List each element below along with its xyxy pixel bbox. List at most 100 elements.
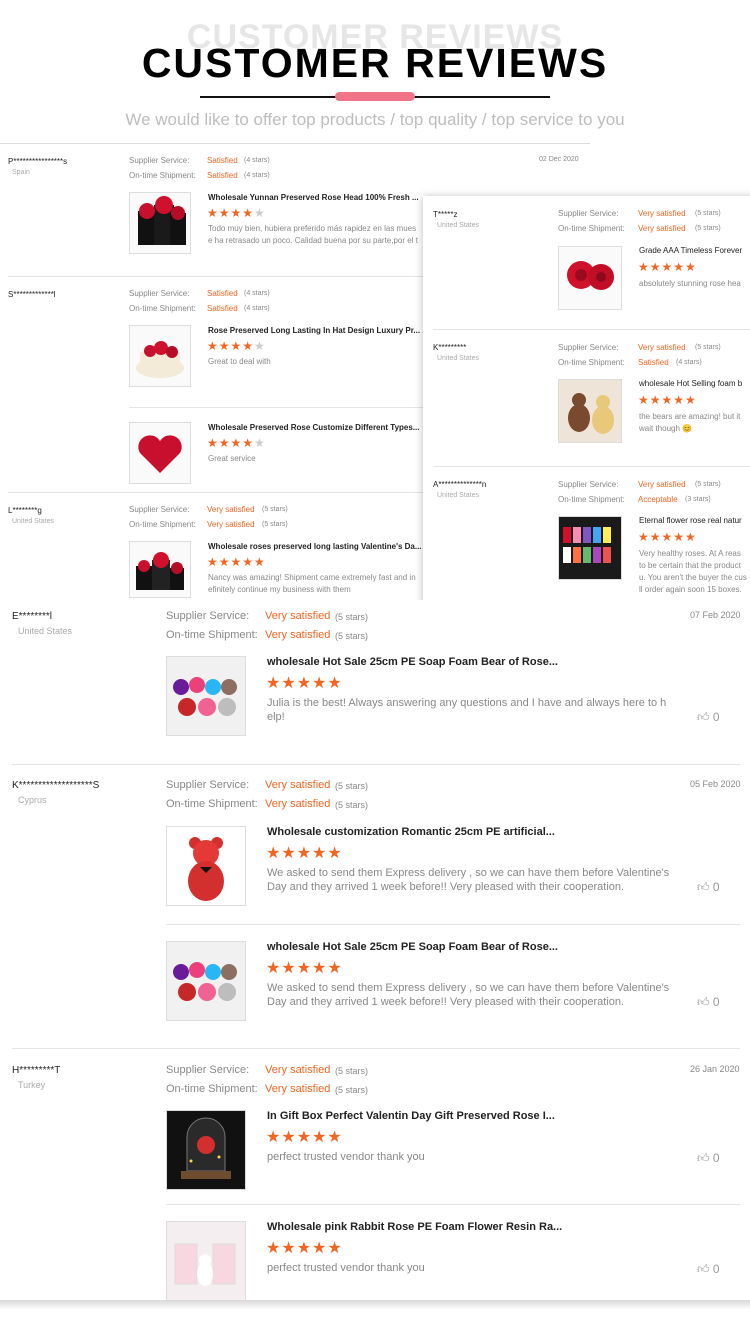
reviewer-country: United States [18,626,73,636]
supplier-stars: (5 stars) [335,781,369,791]
star-rating: ★★★★★ [266,1129,343,1146]
reviewer-name: P****************s [8,157,68,166]
reviewer-name: K********* [433,343,467,352]
divider [12,764,740,765]
supplier-stars: (5 stars) [695,344,721,351]
star-rating: ★★★★★ [638,393,697,407]
reviewer-name: E********l [12,611,53,622]
product-title[interactable]: Rose Preserved Long Lasting In Hat Desig… [208,326,420,335]
like-count: 0 [712,1262,720,1276]
shipment-label: On-time Shipment: [558,495,625,504]
product-thumbnail[interactable] [166,1221,246,1301]
page-subtitle: We would like to offer top products / to… [125,110,625,129]
product-title[interactable]: Wholesale roses preserved long lasting V… [208,542,422,551]
right-review-panel: T*****z United States Supplier Service: … [423,196,750,614]
supplier-label: Supplier Service: [166,1064,250,1076]
like-count: 0 [712,995,720,1009]
supplier-stars: (5 stars) [262,506,288,513]
review-text: We asked to send them Express delivery ,… [267,982,670,994]
red-rose-heads-image [567,261,614,290]
shipment-rating: Acceptable [638,495,678,504]
reviewer-country: United States [437,492,480,499]
like-button[interactable]: 👍︎ 0 [697,995,720,1010]
review-date: 26 Jan 2020 [690,1064,740,1074]
product-thumbnail[interactable] [129,325,191,387]
product-thumbnail[interactable] [129,192,191,254]
product-thumbnail[interactable] [166,656,246,736]
supplier-label: Supplier Service: [129,289,190,298]
review-text: perfect trusted vendor thank you [267,1151,425,1163]
product-title[interactable]: Wholesale pink Rabbit Rose PE Foam Flowe… [267,1221,562,1233]
product-thumbnail[interactable] [129,541,191,598]
thumbs-up-icon: 👍︎ [697,1262,710,1276]
review-text: Julia is the best! Always answering any … [267,697,667,709]
shipment-rating: Very satisfied [265,798,331,810]
product-thumbnail[interactable] [558,379,622,443]
review-text: We asked to send them Express delivery ,… [267,867,670,879]
product-title[interactable]: wholesale Hot Selling foam b [639,379,742,388]
shipment-stars: (5 stars) [335,800,369,810]
reviewer-country: Cyprus [18,795,47,805]
like-button[interactable]: 👍︎ 0 [697,1262,720,1277]
pink-rabbit-rose-image [167,1222,245,1300]
product-thumbnail[interactable] [558,516,622,580]
supplier-label: Supplier Service: [558,209,619,218]
reviewer-name: L********g [8,506,42,515]
review-text: Todo muy bien, hubiera preferido más rap… [208,224,417,233]
like-button[interactable]: 👍︎ 0 [697,880,720,895]
reviewer-country: United States [12,518,55,525]
product-title[interactable]: In Gift Box Perfect Valentin Day Gift Pr… [267,1110,555,1122]
shipment-rating: Satisfied [638,358,669,367]
star-rating: ★★★★★ [638,530,697,544]
reviewer-country: United States [437,222,480,229]
divider [433,329,750,330]
supplier-stars: (4 stars) [244,157,270,164]
product-title[interactable]: Wholesale customization Romantic 25cm PE… [267,826,555,838]
review-text-2: elp! [267,711,285,723]
product-thumbnail[interactable] [166,941,246,1021]
review-text-2: Day and they arrived 1 week before!! Ver… [267,881,625,893]
supplier-rating: Very satisfied [207,505,255,514]
star-rating: ★★★★★ [207,555,266,569]
product-title[interactable]: Wholesale Preserved Rose Customize Diffe… [208,423,419,432]
thumbs-up-icon: 👍︎ [697,995,710,1009]
supplier-stars: (5 stars) [695,210,721,217]
reviewer-country: United States [437,355,480,362]
soap-bears-image [167,657,245,735]
like-button[interactable]: 👍︎ 0 [697,1151,720,1166]
title-accent-pill [335,92,415,101]
product-title[interactable]: Grade AAA Timeless Forever [639,246,742,255]
bottom-shadow [0,1300,750,1310]
product-thumbnail[interactable] [129,422,191,484]
reviewer-country: Turkey [18,1080,46,1090]
review-text: perfect trusted vendor thank you [267,1262,425,1274]
like-button[interactable]: 👍︎ 0 [697,710,720,725]
review-text: the bears are amazing! but it [639,412,741,421]
product-thumbnail[interactable] [166,826,246,906]
supplier-stars: (5 stars) [335,1066,369,1076]
shipment-stars: (4 stars) [676,359,702,366]
shipment-rating: Very satisfied [207,520,255,529]
product-title[interactable]: wholesale Hot Sale 25cm PE Soap Foam Bea… [267,941,558,953]
rose-hat-box-image [136,341,184,378]
shipment-stars: (5 stars) [335,1085,369,1095]
supplier-rating: Very satisfied [638,480,686,489]
rose-box-set-image [136,552,184,590]
reviewer-name: H*********T [12,1065,61,1076]
star-rating: ★★★★★ [266,1240,343,1257]
product-title[interactable]: Eternal flower rose real natur [639,516,742,525]
star-rating: ★★★★★ [266,845,343,862]
review-date: 07 Feb 2020 [690,610,741,620]
supplier-label: Supplier Service: [558,480,619,489]
product-thumbnail[interactable] [166,1110,246,1190]
product-title[interactable]: wholesale Hot Sale 25cm PE Soap Foam Bea… [267,656,558,668]
supplier-label: Supplier Service: [558,343,619,352]
product-thumbnail[interactable] [558,246,622,310]
shipment-label: On-time Shipment: [166,1083,258,1095]
product-title[interactable]: Wholesale Yunnan Preserved Rose Head 100… [208,193,419,202]
shipment-stars: (5 stars) [695,225,721,232]
soap-bears-image [167,942,245,1020]
reviewer-name: A**************n [433,480,487,489]
thumbs-up-icon: 👍︎ [697,880,710,894]
glass-dome-rose-image [167,1111,245,1189]
